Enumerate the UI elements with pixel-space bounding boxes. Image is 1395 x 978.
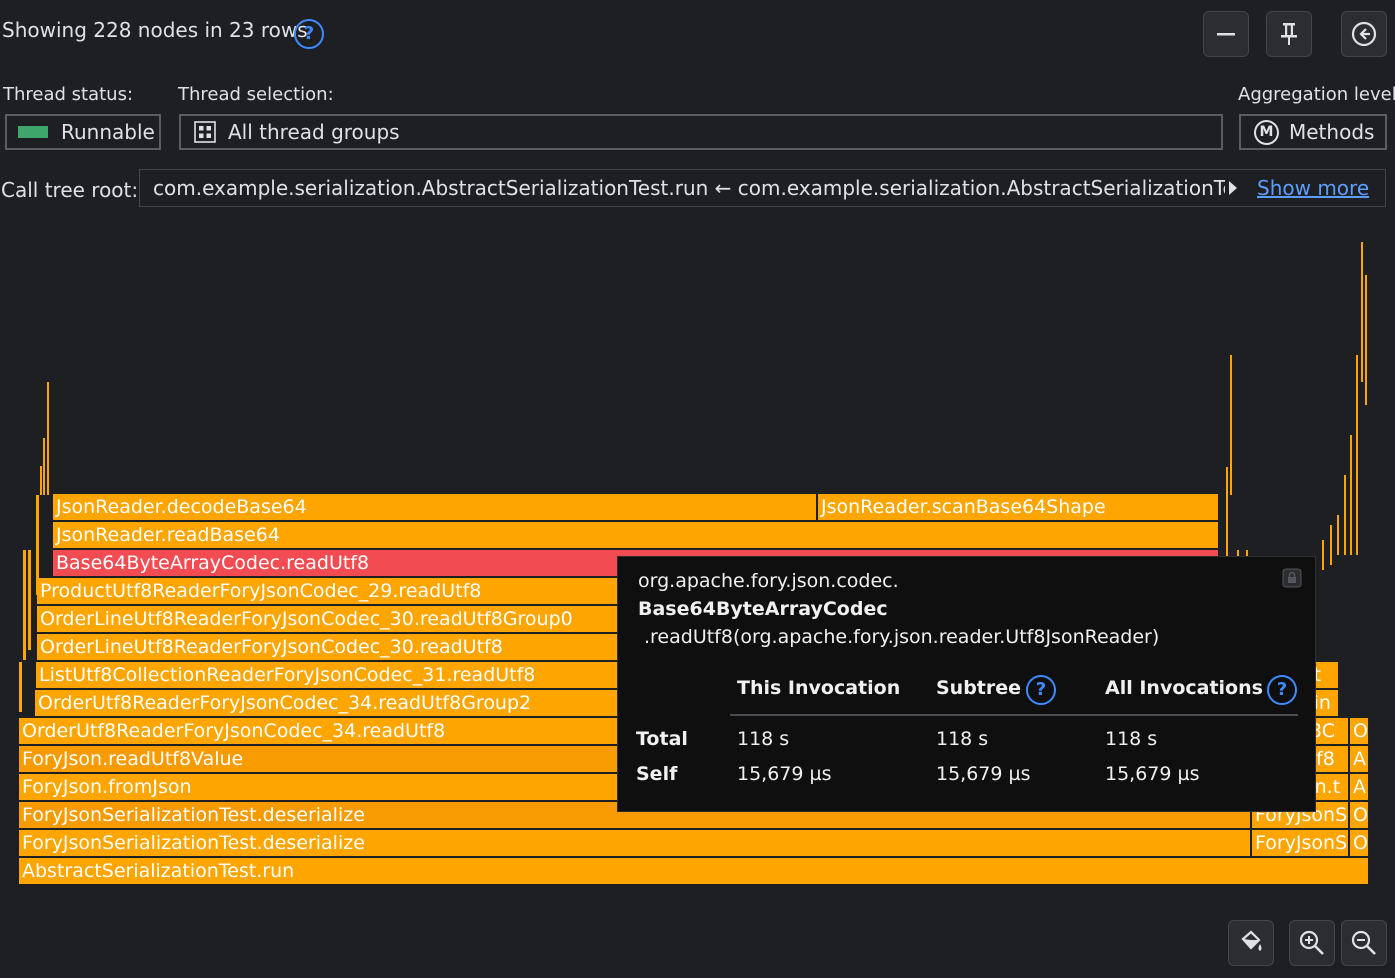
stack-spike bbox=[1365, 275, 1367, 405]
stack-spike bbox=[1230, 355, 1232, 495]
aggregation-label: Aggregation level: bbox=[1238, 84, 1395, 105]
call-tree-root-path: com.example.serialization.AbstractSerial… bbox=[153, 176, 1225, 200]
pin-button[interactable] bbox=[1266, 11, 1312, 57]
grid-icon bbox=[194, 121, 216, 143]
stack-spike bbox=[28, 550, 31, 650]
flame-frame[interactable]: O bbox=[1350, 718, 1370, 744]
total-all-invocations: 118 s bbox=[1105, 728, 1158, 750]
call-tree-root-label: Call tree root: bbox=[1, 178, 139, 202]
zoom-in-button[interactable] bbox=[1289, 920, 1335, 966]
back-arrow-icon bbox=[1351, 21, 1377, 47]
flame-frame[interactable]: JsonReader.readBase64 bbox=[53, 522, 1220, 548]
lock-icon[interactable] bbox=[1282, 568, 1302, 588]
stack-spike bbox=[1322, 540, 1324, 570]
stack-spike bbox=[1350, 435, 1352, 555]
help-icon[interactable]: ? bbox=[294, 19, 324, 49]
stack-spike bbox=[1361, 242, 1363, 382]
flame-frame[interactable]: JsonReader.decodeBase64 bbox=[53, 494, 818, 520]
col-subtree: Subtree bbox=[936, 677, 1022, 699]
self-subtree: 15,679 µs bbox=[936, 763, 1031, 785]
flame-frame[interactable]: O bbox=[1350, 830, 1370, 856]
runnable-swatch bbox=[18, 126, 48, 138]
stack-spike bbox=[47, 382, 49, 495]
self-all-invocations: 15,679 µs bbox=[1105, 763, 1200, 785]
stack-spike bbox=[1337, 515, 1339, 555]
help-icon[interactable]: ? bbox=[1267, 675, 1297, 705]
aggregation-value: Methods bbox=[1289, 120, 1375, 144]
stack-spike bbox=[1226, 467, 1228, 557]
call-tree-root-box: com.example.serialization.AbstractSerial… bbox=[139, 169, 1386, 207]
total-subtree: 118 s bbox=[936, 728, 989, 750]
stack-spike bbox=[40, 466, 42, 495]
chevron-right-icon[interactable] bbox=[1227, 179, 1239, 197]
stack-spike bbox=[1344, 475, 1346, 555]
divider bbox=[730, 714, 1298, 716]
paint-bucket-icon bbox=[1241, 930, 1262, 951]
tooltip-method: .readUtf8(org.apache.fory.json.reader.Ut… bbox=[644, 626, 1160, 648]
tooltip-package: org.apache.fory.json.codec. bbox=[638, 570, 899, 592]
show-more-link[interactable]: Show more bbox=[1257, 176, 1369, 200]
stack-spike bbox=[1356, 355, 1358, 555]
flame-frame[interactable]: O bbox=[1350, 802, 1370, 828]
colorize-button[interactable] bbox=[1228, 920, 1274, 966]
flame-frame[interactable]: ForyJsonSerializationTest.deserialize bbox=[19, 830, 1252, 856]
flame-frame[interactable]: JsonReader.scanBase64Shape bbox=[818, 494, 1220, 520]
methods-icon: M bbox=[1254, 119, 1279, 145]
minus-icon bbox=[1217, 33, 1235, 36]
thread-selection-label: Thread selection: bbox=[178, 84, 334, 105]
stack-spike bbox=[19, 662, 22, 712]
flame-frame[interactable]: A bbox=[1350, 746, 1370, 772]
zoom-out-icon bbox=[1351, 930, 1376, 955]
flame-frame[interactable]: A bbox=[1350, 774, 1370, 800]
frame-tooltip: org.apache.fory.json.codec. Base64ByteAr… bbox=[617, 556, 1316, 812]
thread-status-value: Runnable bbox=[61, 120, 155, 144]
node-count-summary: Showing 228 nodes in 23 rows bbox=[2, 18, 308, 42]
stack-spike bbox=[43, 438, 45, 495]
col-this-invocation: This Invocation bbox=[737, 677, 901, 699]
pin-icon bbox=[1281, 23, 1297, 45]
flame-frame[interactable]: ForyJsonS bbox=[1252, 830, 1350, 856]
back-button[interactable] bbox=[1341, 11, 1387, 57]
thread-status-dropdown[interactable]: Runnable bbox=[5, 114, 161, 150]
collapse-button[interactable] bbox=[1203, 11, 1249, 57]
help-icon[interactable]: ? bbox=[1026, 675, 1056, 705]
stack-spike bbox=[1330, 525, 1332, 565]
thread-selection-dropdown[interactable]: All thread groups bbox=[179, 114, 1223, 150]
tooltip-class: Base64ByteArrayCodec bbox=[638, 598, 888, 620]
flame-frame[interactable]: AbstractSerializationTest.run bbox=[19, 858, 1370, 884]
zoom-out-button[interactable] bbox=[1341, 920, 1387, 966]
self-this-invocation: 15,679 µs bbox=[737, 763, 832, 785]
thread-status-label: Thread status: bbox=[3, 84, 134, 105]
total-this-invocation: 118 s bbox=[737, 728, 790, 750]
stack-spike bbox=[23, 550, 26, 660]
col-all-invocations: All Invocations bbox=[1105, 677, 1263, 699]
aggregation-dropdown[interactable]: M Methods bbox=[1239, 114, 1387, 150]
row-total-label: Total bbox=[636, 728, 688, 750]
thread-selection-value: All thread groups bbox=[228, 120, 400, 144]
zoom-in-icon bbox=[1299, 930, 1324, 955]
row-self-label: Self bbox=[636, 763, 678, 785]
